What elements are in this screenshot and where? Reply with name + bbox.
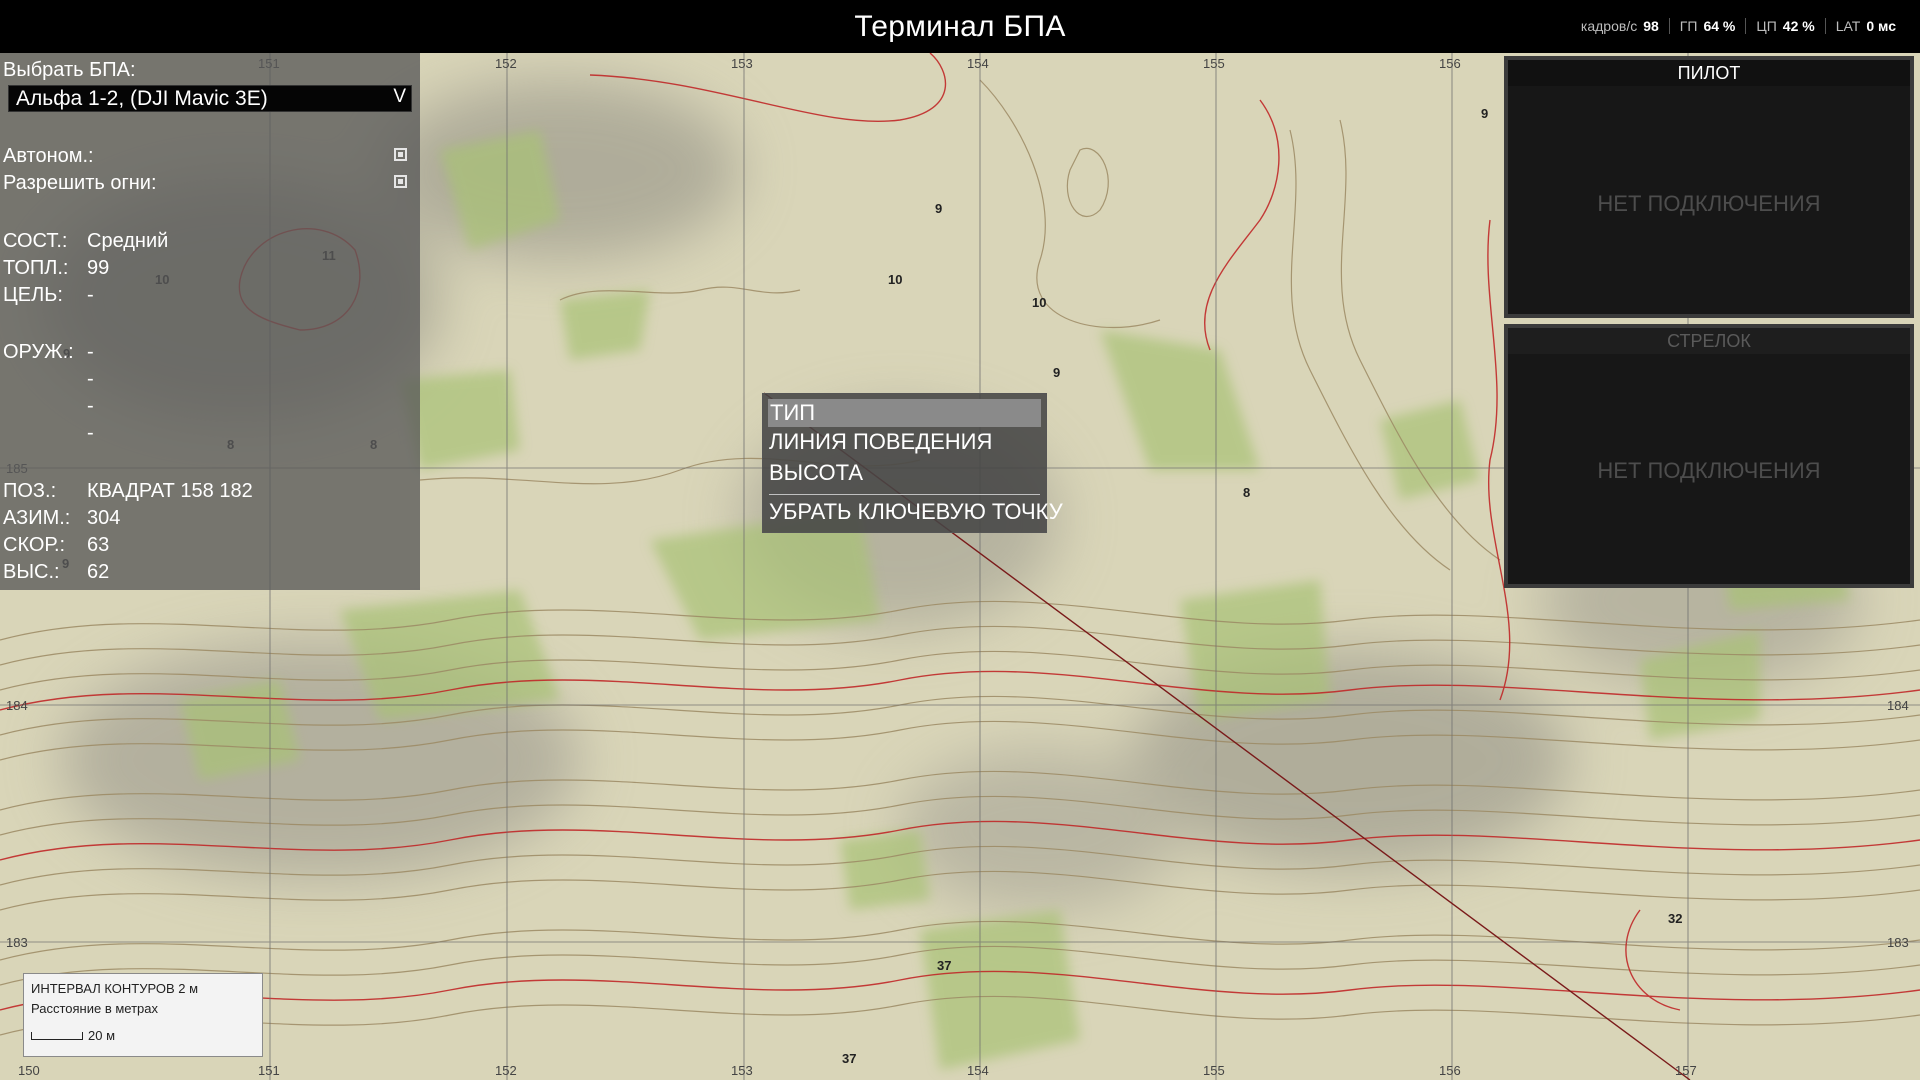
state-label: СОСТ.: <box>3 230 68 252</box>
cpu-label: ЦП <box>1756 18 1777 34</box>
azimuth-value: 304 <box>87 507 121 529</box>
grid-label-x: 151 <box>258 1063 280 1078</box>
fuel-value: 99 <box>87 257 110 279</box>
speed-value: 63 <box>87 534 110 556</box>
weapons-label: ОРУЖ.: <box>3 341 74 363</box>
menu-item-type-label: ТИП <box>770 400 816 425</box>
waypoint-context-menu: ТИП ЛИНИЯ ПОВЕДЕНИЯ ВЫСОТА УБРАТЬ КЛЮЧЕВ… <box>762 393 1063 533</box>
altitude-label: ВЫС.: <box>3 561 60 583</box>
spot-height: 9 <box>1053 365 1060 380</box>
autonomous-label: Автоном.: <box>3 145 94 167</box>
select-uav-label: Выбрать БПА: <box>3 59 136 81</box>
grid-label-y: 184 <box>1887 698 1909 713</box>
pilot-feed-title: ПИЛОТ <box>1508 60 1910 86</box>
grid-label-x: 152 <box>495 56 517 71</box>
weapon-slot: - <box>87 422 94 444</box>
map-legend: ИНТЕРВАЛ КОНТУРОВ 2 м Расстояние в метра… <box>23 973 263 1057</box>
cpu-value: 42 % <box>1782 18 1815 34</box>
grid-label-x: 156 <box>1439 56 1461 71</box>
target-label: ЦЕЛЬ: <box>3 284 63 306</box>
selected-uav: Альфа 1-2, (DJI Mavic 3E) <box>16 87 268 110</box>
menu-item-behaviour-line[interactable]: ЛИНИЯ ПОВЕДЕНИЯ <box>769 429 992 455</box>
latency-label: LAT <box>1835 18 1861 34</box>
menu-item-altitude[interactable]: ВЫСОТА <box>769 460 863 486</box>
azimuth-label: АЗИМ.: <box>3 507 71 529</box>
menu-divider <box>769 494 1040 495</box>
fps-stat: кадров/с 98 <box>1571 18 1669 34</box>
gunner-feed-panel: СТРЕЛОК НЕТ ПОДКЛЮЧЕНИЯ <box>1504 324 1914 588</box>
spot-height: 32 <box>1668 911 1682 926</box>
fuel-label: ТОПЛ.: <box>3 257 69 279</box>
altitude-value: 62 <box>87 561 110 583</box>
grid-label-y: 183 <box>1887 935 1909 950</box>
weapon-slot: - <box>87 341 94 363</box>
allow-fire-checkbox[interactable] <box>394 175 407 188</box>
grid-label-x: 155 <box>1203 1063 1225 1078</box>
spot-height: 8 <box>1243 485 1250 500</box>
gunner-feed-title: СТРЕЛОК <box>1508 328 1910 354</box>
contour-interval-text: ИНТЕРВАЛ КОНТУРОВ 2 м <box>31 981 199 996</box>
uav-info-panel: Выбрать БПА: Альфа 1-2, (DJI Mavic 3E) V… <box>0 53 420 590</box>
weapon-slot: - <box>87 368 94 390</box>
grid-label-x: 156 <box>1439 1063 1461 1078</box>
title-bar: Терминал БПА кадров/с 98 ГП 64 % ЦП 42 % LA… <box>0 0 1920 53</box>
weapon-slot: - <box>87 395 94 417</box>
target-value: - <box>87 284 94 306</box>
position-label: ПОЗ.: <box>3 480 57 502</box>
latency-value: 0 мс <box>1866 18 1896 34</box>
spot-height: 37 <box>937 958 951 973</box>
spot-height: 10 <box>888 272 902 287</box>
distance-units-text: Расстояние в метрах <box>31 1001 158 1016</box>
gunner-feed-status: НЕТ ПОДКЛЮЧЕНИЯ <box>1597 458 1821 483</box>
spot-height: 9 <box>935 201 942 216</box>
scale-bar <box>31 1032 83 1040</box>
cpu-stat: ЦП 42 % <box>1746 18 1824 34</box>
menu-item-type[interactable]: ТИП <box>768 399 1041 427</box>
grid-label-x: 155 <box>1203 56 1225 71</box>
gpu-stat: ГП 64 % <box>1670 18 1746 34</box>
state-value: Средний <box>87 230 169 252</box>
pilot-feed-panel: ПИЛОТ НЕТ ПОДКЛЮЧЕНИЯ <box>1504 56 1914 318</box>
grid-label-x: 157 <box>1675 1063 1697 1078</box>
scale-bar-label: 20 м <box>88 1028 116 1043</box>
grid-label-y: 183 <box>6 935 28 950</box>
autonomous-checkbox[interactable] <box>394 148 407 161</box>
fps-label: кадров/с <box>1580 18 1638 34</box>
chevron-down-icon: V <box>393 86 406 107</box>
grid-label-x: 153 <box>731 1063 753 1078</box>
spot-height: 37 <box>842 1051 856 1066</box>
position-value: КВАДРАТ 158 182 <box>87 480 253 502</box>
grid-label-x: 152 <box>495 1063 517 1078</box>
latency-stat: LAT 0 мс <box>1826 18 1906 34</box>
grid-label-y: 184 <box>6 698 28 713</box>
allow-fire-label: Разрешить огни: <box>3 172 157 194</box>
menu-item-remove-waypoint[interactable]: УБРАТЬ КЛЮЧЕВУЮ ТОЧКУ <box>769 499 1063 525</box>
grid-label-x: 154 <box>967 56 989 71</box>
fps-value: 98 <box>1643 18 1659 34</box>
uav-select-dropdown[interactable]: Альфа 1-2, (DJI Mavic 3E) V <box>8 85 412 112</box>
grid-label-x: 153 <box>731 56 753 71</box>
spot-height: 9 <box>1481 106 1488 121</box>
gpu-label: ГП <box>1679 18 1698 34</box>
grid-label-x: 154 <box>967 1063 989 1078</box>
pilot-feed-status: НЕТ ПОДКЛЮЧЕНИЯ <box>1597 191 1821 216</box>
gpu-value: 64 % <box>1703 18 1736 34</box>
grid-label-x: 150 <box>18 1063 40 1078</box>
spot-height: 10 <box>1032 295 1046 310</box>
speed-label: СКОР.: <box>3 534 66 556</box>
performance-stats: кадров/с 98 ГП 64 % ЦП 42 % LAT 0 мс <box>1571 18 1906 34</box>
